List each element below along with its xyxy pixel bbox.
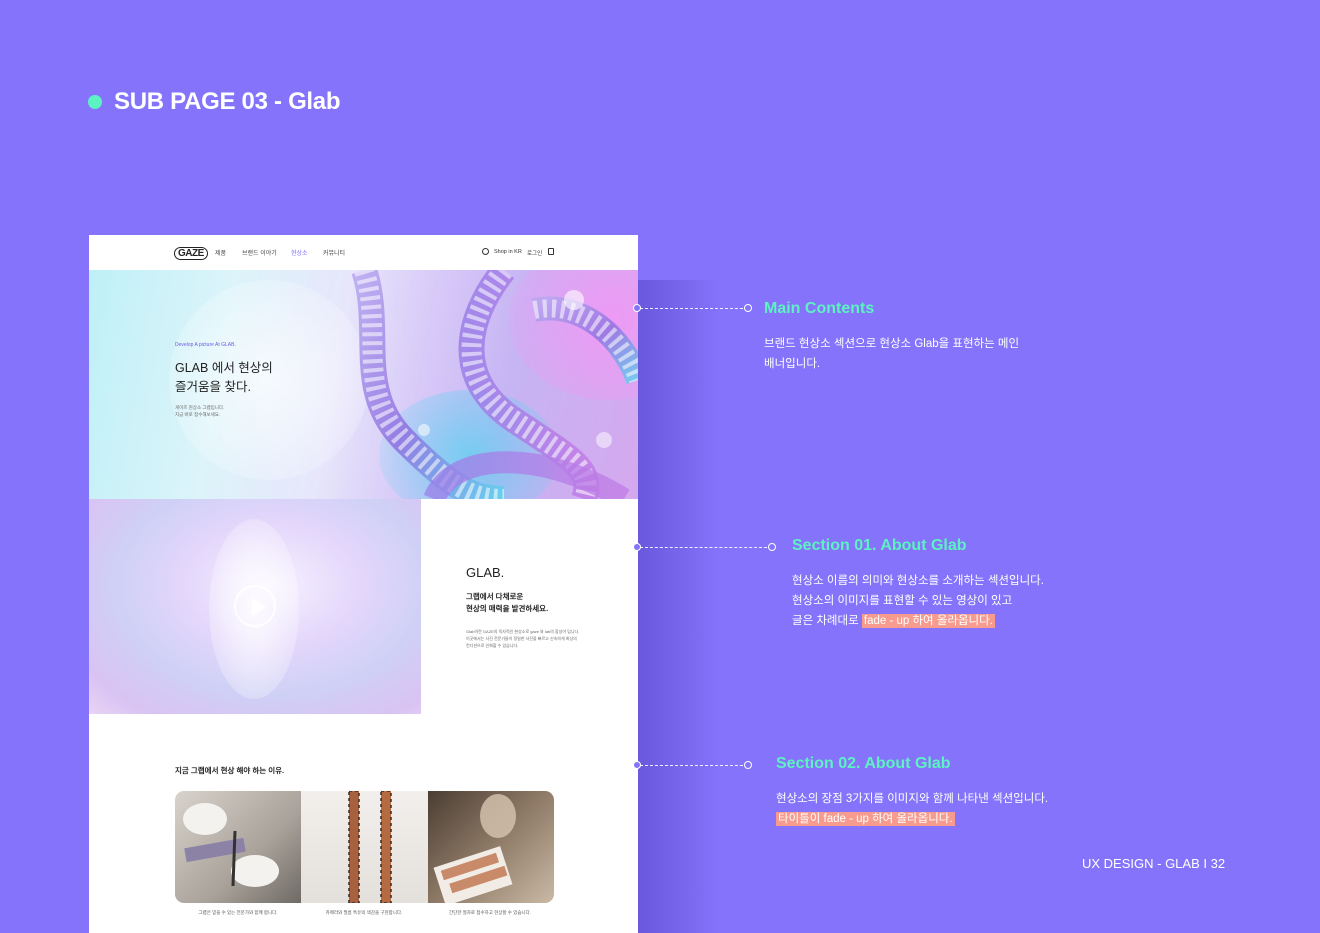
connector-dot [633, 761, 641, 769]
hero-eyebrow: Develop A picture At GLAB. [175, 342, 236, 348]
shop-link[interactable]: Shop in KR [494, 249, 522, 255]
connector-dot [633, 543, 641, 551]
highlight-fade-up: 타이틀이 fade - up 하여 올라옵니다. [776, 812, 955, 826]
connector-dot [744, 761, 752, 769]
reason-image-process [427, 791, 554, 903]
section2-heading: 지금 그랩에서 현상 해야 하는 이유. [175, 766, 285, 775]
nav-item-brand-story[interactable]: 브랜드 이야기 [242, 248, 277, 257]
connector-dot [768, 543, 776, 551]
website-mockup: GAZE 제품 브랜드 이야기 현상소 커뮤니티 Shop in KR 로그인 [89, 235, 638, 933]
nav-item-lab[interactable]: 현상소 [291, 248, 308, 257]
nav-bar: GAZE 제품 브랜드 이야기 현상소 커뮤니티 Shop in KR 로그인 [89, 235, 638, 270]
annotation-main-title: Main Contents [764, 300, 875, 317]
reason-caption: 그랩은 믿을 수 있는 전문가와 함께 합니다. [198, 910, 278, 915]
annotation-section2-title: Section 02. About Glab [776, 755, 951, 772]
film-strip-illustration [351, 270, 638, 499]
play-icon [252, 598, 266, 616]
hero-title: GLAB 에서 현상의 즐거움을 찾다. [175, 361, 273, 394]
highlight-fade-up: fade - up 하여 올라옵니다. [861, 614, 995, 628]
page-header: SUB PAGE 03 - Glab [88, 88, 341, 116]
annotation-section1-text: 현상소 이름의 의미와 현상소를 소개하는 섹션입니다. 현상소의 이미지를 표… [792, 575, 1044, 628]
annotation-main-text: 브랜드 현상소 섹션으로 현상소 Glab을 표현하는 메인 배너입니다. [764, 338, 1020, 370]
nav-item-community[interactable]: 커뮤니티 [323, 248, 345, 257]
reason-image-film [301, 791, 428, 903]
annotation-section2-text: 현상소의 장점 3가지를 이미지와 함께 나타낸 섹션입니다. 타이틀이 fad… [776, 793, 1049, 826]
section1-body: Glab이란 GAZE의 독자적인 현상소로 gaze 와 lab의 합성어 입… [466, 629, 580, 648]
page-title: SUB PAGE 03 - Glab [114, 88, 341, 115]
reason-caption: 카메라와 필름 특유의 색감을 구현합니다. [325, 910, 403, 915]
connector-line [640, 308, 748, 309]
annotation-section1-title: Section 01. About Glab [792, 537, 967, 554]
bullet-dot-icon [88, 95, 102, 109]
reason-caption: 간단한 절차로 접수하고 현상할 수 있습니다. [448, 910, 532, 915]
connector-dot [744, 304, 752, 312]
login-link[interactable]: 로그인 [527, 249, 542, 257]
gaze-logo[interactable]: GAZE [174, 247, 208, 260]
search-icon[interactable] [482, 248, 489, 255]
connector-line [640, 547, 772, 548]
hero-banner: Develop A picture At GLAB. GLAB 에서 현상의 즐… [89, 270, 638, 499]
nav-item-products[interactable]: 제품 [215, 248, 226, 257]
footer-label: UX DESIGN - GLAB I 32 [1082, 856, 1226, 871]
intro-video[interactable] [89, 499, 421, 714]
connector-dot [633, 304, 641, 312]
section1-title: GLAB. [466, 565, 505, 580]
shopping-bag-icon[interactable] [548, 248, 554, 255]
play-button[interactable] [234, 585, 276, 627]
reason-image-expert [175, 791, 302, 903]
connector-line [640, 765, 748, 766]
section1-headline: 그랩에서 다채로운 현상의 매력을 발견하세요. [466, 592, 549, 613]
reasons-image-strip [175, 791, 554, 903]
hero-subtitle: 게이즈 현상소 그랩입니다. 지금 바로 접수해보세요. [175, 405, 225, 417]
